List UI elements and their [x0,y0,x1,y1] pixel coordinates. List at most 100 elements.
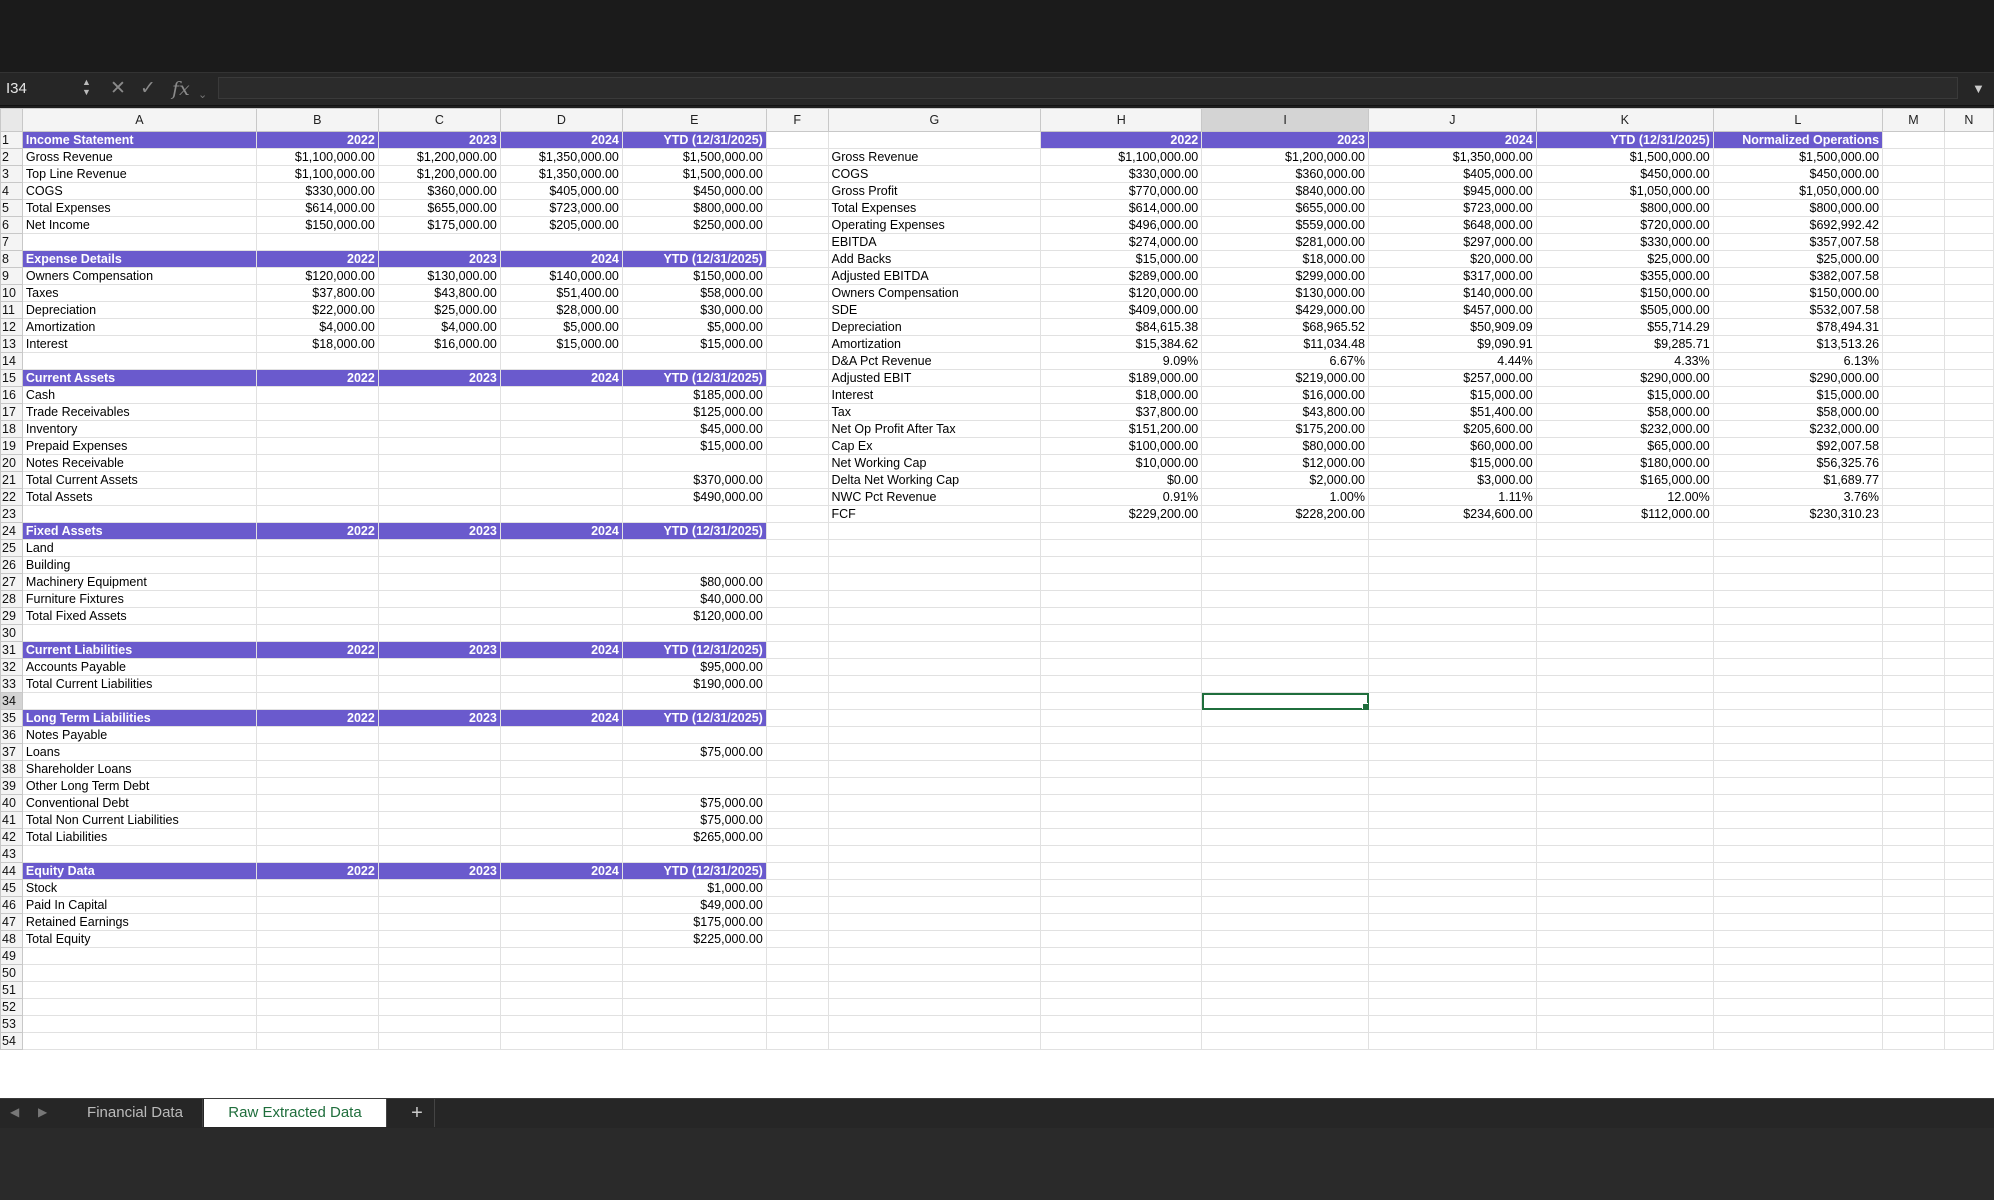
cell-l30[interactable] [1712,624,1884,642]
cell-m43[interactable] [1882,845,1945,863]
cell-a40[interactable]: Conventional Debt [21,794,257,812]
cell-d10[interactable]: $51,400.00 [499,284,623,302]
cell-a15[interactable]: Current Assets [21,369,257,387]
cell-j14[interactable]: 4.44% [1368,352,1537,370]
cell-i50[interactable] [1201,964,1369,982]
row-header[interactable]: 48 [0,930,23,948]
cell-i22[interactable]: 1.00% [1201,488,1369,506]
column-header-g[interactable]: G [827,108,1042,132]
cell-a5[interactable]: Total Expenses [21,199,257,217]
cell-e24[interactable]: YTD (12/31/2025) [621,522,767,540]
cell-h40[interactable] [1040,794,1203,812]
cell-j38[interactable] [1368,760,1537,778]
cell-b36[interactable] [255,726,379,744]
cell-j46[interactable] [1368,896,1537,914]
cell-a30[interactable] [21,624,257,642]
row-header[interactable]: 33 [0,675,23,693]
cell-e43[interactable] [621,845,767,863]
cell-h32[interactable] [1040,658,1203,676]
cell-a8[interactable]: Expense Details [21,250,257,268]
cell-g34[interactable] [827,692,1042,710]
column-header-l[interactable]: L [1712,108,1884,132]
cell-j25[interactable] [1368,539,1537,557]
cell-i41[interactable] [1201,811,1369,829]
cell-c1[interactable]: 2023 [377,131,501,149]
cell-f44[interactable] [765,862,829,880]
cell-m26[interactable] [1882,556,1945,574]
cell-g49[interactable] [827,947,1042,965]
cell-a23[interactable] [21,505,257,523]
cell-h50[interactable] [1040,964,1203,982]
cell-g44[interactable] [827,862,1042,880]
cell-i11[interactable]: $429,000.00 [1201,301,1369,319]
cell-i15[interactable]: $219,000.00 [1201,369,1369,387]
cell-a39[interactable]: Other Long Term Debt [21,777,257,795]
cell-l20[interactable]: $56,325.76 [1712,454,1884,472]
cell-n15[interactable] [1943,369,1994,387]
cell-c53[interactable] [377,1015,501,1033]
cell-b37[interactable] [255,743,379,761]
cell-d23[interactable] [499,505,623,523]
cell-e32[interactable]: $95,000.00 [621,658,767,676]
cell-h13[interactable]: $15,384.62 [1040,335,1203,353]
cell-l42[interactable] [1712,828,1884,846]
cell-l40[interactable] [1712,794,1884,812]
cell-b21[interactable] [255,471,379,489]
cell-g35[interactable] [827,709,1042,727]
cell-i19[interactable]: $80,000.00 [1201,437,1369,455]
cell-g27[interactable] [827,573,1042,591]
cell-g32[interactable] [827,658,1042,676]
cell-j23[interactable]: $234,600.00 [1368,505,1537,523]
cell-d4[interactable]: $405,000.00 [499,182,623,200]
cell-a54[interactable] [21,1032,257,1050]
cell-m28[interactable] [1882,590,1945,608]
cell-b17[interactable] [255,403,379,421]
cell-b47[interactable] [255,913,379,931]
row-header[interactable]: 18 [0,420,23,438]
cell-m27[interactable] [1882,573,1945,591]
cell-d6[interactable]: $205,000.00 [499,216,623,234]
cell-j37[interactable] [1368,743,1537,761]
row-header[interactable]: 3 [0,165,23,183]
cell-i43[interactable] [1201,845,1369,863]
cell-k28[interactable] [1535,590,1714,608]
cell-i38[interactable] [1201,760,1369,778]
cell-l34[interactable] [1712,692,1884,710]
cell-h30[interactable] [1040,624,1203,642]
cell-i44[interactable] [1201,862,1369,880]
row-header[interactable]: 40 [0,794,23,812]
cell-m39[interactable] [1882,777,1945,795]
cell-c54[interactable] [377,1032,501,1050]
cell-c13[interactable]: $16,000.00 [377,335,501,353]
cell-m46[interactable] [1882,896,1945,914]
cell-m1[interactable] [1882,131,1945,149]
cell-e6[interactable]: $250,000.00 [621,216,767,234]
cell-k27[interactable] [1535,573,1714,591]
cell-h33[interactable] [1040,675,1203,693]
row-header[interactable]: 1 [0,131,23,149]
cell-b18[interactable] [255,420,379,438]
cell-h34[interactable] [1040,692,1203,710]
cell-b11[interactable]: $22,000.00 [255,301,379,319]
cell-f1[interactable] [765,131,829,149]
cell-m51[interactable] [1882,981,1945,999]
cell-h10[interactable]: $120,000.00 [1040,284,1203,302]
cell-e1[interactable]: YTD (12/31/2025) [621,131,767,149]
cell-l18[interactable]: $232,000.00 [1712,420,1884,438]
cell-c29[interactable] [377,607,501,625]
cell-e42[interactable]: $265,000.00 [621,828,767,846]
cell-f29[interactable] [765,607,829,625]
cell-l33[interactable] [1712,675,1884,693]
cell-n25[interactable] [1943,539,1994,557]
cell-n38[interactable] [1943,760,1994,778]
cell-n42[interactable] [1943,828,1994,846]
row-header[interactable]: 9 [0,267,23,285]
cell-g21[interactable]: Delta Net Working Cap [827,471,1042,489]
cell-h49[interactable] [1040,947,1203,965]
cell-b22[interactable] [255,488,379,506]
cell-b46[interactable] [255,896,379,914]
cell-d36[interactable] [499,726,623,744]
cell-i49[interactable] [1201,947,1369,965]
cell-j21[interactable]: $3,000.00 [1368,471,1537,489]
cell-k46[interactable] [1535,896,1714,914]
